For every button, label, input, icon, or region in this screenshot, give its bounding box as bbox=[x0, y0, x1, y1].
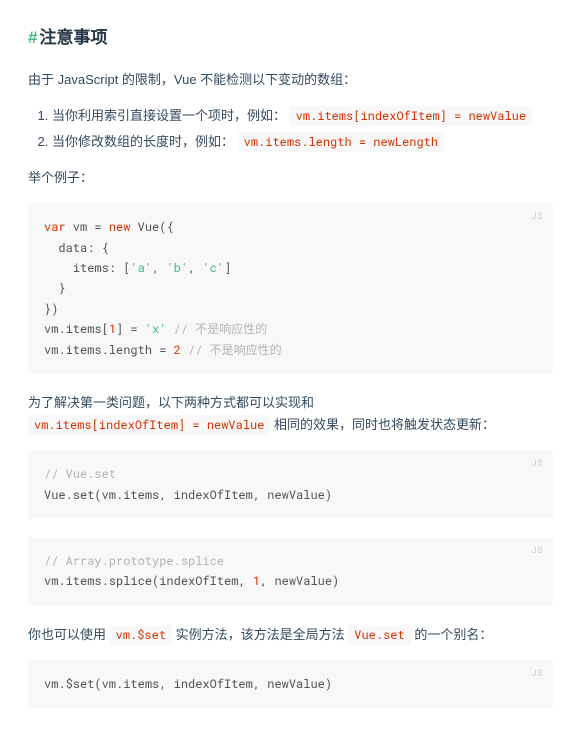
section-heading: #注意事项 bbox=[28, 24, 553, 53]
code-token: items: [ bbox=[44, 260, 130, 276]
code-token: Vue.set(vm.items, indexOfItem, newValue) bbox=[44, 487, 332, 503]
code-token: vm.items.splice(indexOfItem, bbox=[44, 573, 253, 589]
list-item-text: 当你修改数组的长度时，例如： bbox=[52, 134, 234, 149]
code-token: 'x' bbox=[145, 321, 167, 337]
code-token bbox=[181, 342, 188, 358]
text: 的一个别名： bbox=[411, 627, 493, 642]
limitations-list: 当你利用索引直接设置一个项时，例如： vm.items[indexOfItem]… bbox=[28, 105, 553, 153]
heading-text: 注意事项 bbox=[39, 28, 107, 47]
code-token: var bbox=[44, 219, 66, 235]
code-block-splice: JS // Array.prototype.splice vm.items.sp… bbox=[28, 537, 553, 606]
code-token: vm.items.length = bbox=[44, 342, 174, 358]
code-token: , bbox=[188, 260, 202, 276]
intro-paragraph: 由于 JavaScript 的限制，Vue 不能检测以下变动的数组： bbox=[28, 69, 553, 91]
code-token: vm = bbox=[66, 219, 109, 235]
vm-set-paragraph: 你也可以使用 vm.$set 实例方法，该方法是全局方法 Vue.set 的一个… bbox=[28, 624, 553, 646]
code-block-vm-set: JS vm.$set(vm.items, indexOfItem, newVal… bbox=[28, 660, 553, 708]
code-token: new bbox=[109, 219, 131, 235]
code-token: 'a' bbox=[130, 260, 152, 276]
code-token: 'b' bbox=[166, 260, 188, 276]
code-token: ] bbox=[224, 260, 231, 276]
heading-hash-icon[interactable]: # bbox=[28, 28, 37, 47]
lang-badge: JS bbox=[531, 456, 543, 471]
inline-code: vm.items.length = newLength bbox=[238, 132, 444, 152]
text: 实例方法，该方法是全局方法 bbox=[172, 627, 348, 642]
lang-badge: JS bbox=[531, 666, 543, 681]
code-token: 'c' bbox=[202, 260, 224, 276]
list-item: 当你利用索引直接设置一个项时，例如： vm.items[indexOfItem]… bbox=[52, 105, 553, 127]
inline-code: vm.items[indexOfItem] = newValue bbox=[28, 415, 270, 435]
lang-badge: JS bbox=[531, 543, 543, 558]
code-token bbox=[166, 321, 173, 337]
code-token: data: { bbox=[44, 240, 109, 256]
code-token: // 不是响应性的 bbox=[188, 342, 282, 358]
code-token: // Array.prototype.splice bbox=[44, 553, 224, 569]
code-token: } bbox=[44, 280, 66, 296]
lang-badge: JS bbox=[531, 209, 543, 224]
code-token: , newValue) bbox=[260, 573, 339, 589]
code-token: // Vue.set bbox=[44, 466, 116, 482]
example-intro: 举个例子： bbox=[28, 167, 553, 189]
code-token: vm.items[ bbox=[44, 321, 109, 337]
list-item-text: 当你利用索引直接设置一个项时，例如： bbox=[52, 108, 286, 123]
text: 相同的效果，同时也将触发状态更新： bbox=[270, 417, 495, 432]
text: 为了解决第一类问题，以下两种方式都可以实现和 bbox=[28, 395, 314, 410]
inline-code: vm.$set bbox=[110, 625, 172, 645]
text: 你也可以使用 bbox=[28, 627, 110, 642]
code-block-vue-set: JS // Vue.set Vue.set(vm.items, indexOfI… bbox=[28, 450, 553, 519]
code-token: vm.$set(vm.items, indexOfItem, newValue) bbox=[44, 676, 332, 692]
code-token: , bbox=[152, 260, 166, 276]
code-token: Vue({ bbox=[130, 219, 173, 235]
inline-code: vm.items[indexOfItem] = newValue bbox=[290, 106, 532, 126]
inline-code: Vue.set bbox=[348, 625, 410, 645]
code-token: }) bbox=[44, 301, 58, 317]
code-token: // 不是响应性的 bbox=[174, 321, 268, 337]
code-token: 1 bbox=[253, 573, 260, 589]
code-block-example: JS var vm = new Vue({ data: { items: ['a… bbox=[28, 203, 553, 374]
solution-paragraph: 为了解决第一类问题，以下两种方式都可以实现和 vm.items[indexOfI… bbox=[28, 392, 553, 436]
code-token: 2 bbox=[174, 342, 181, 358]
code-token: 1 bbox=[109, 321, 116, 337]
list-item: 当你修改数组的长度时，例如： vm.items.length = newLeng… bbox=[52, 131, 553, 153]
code-token: ] = bbox=[116, 321, 145, 337]
